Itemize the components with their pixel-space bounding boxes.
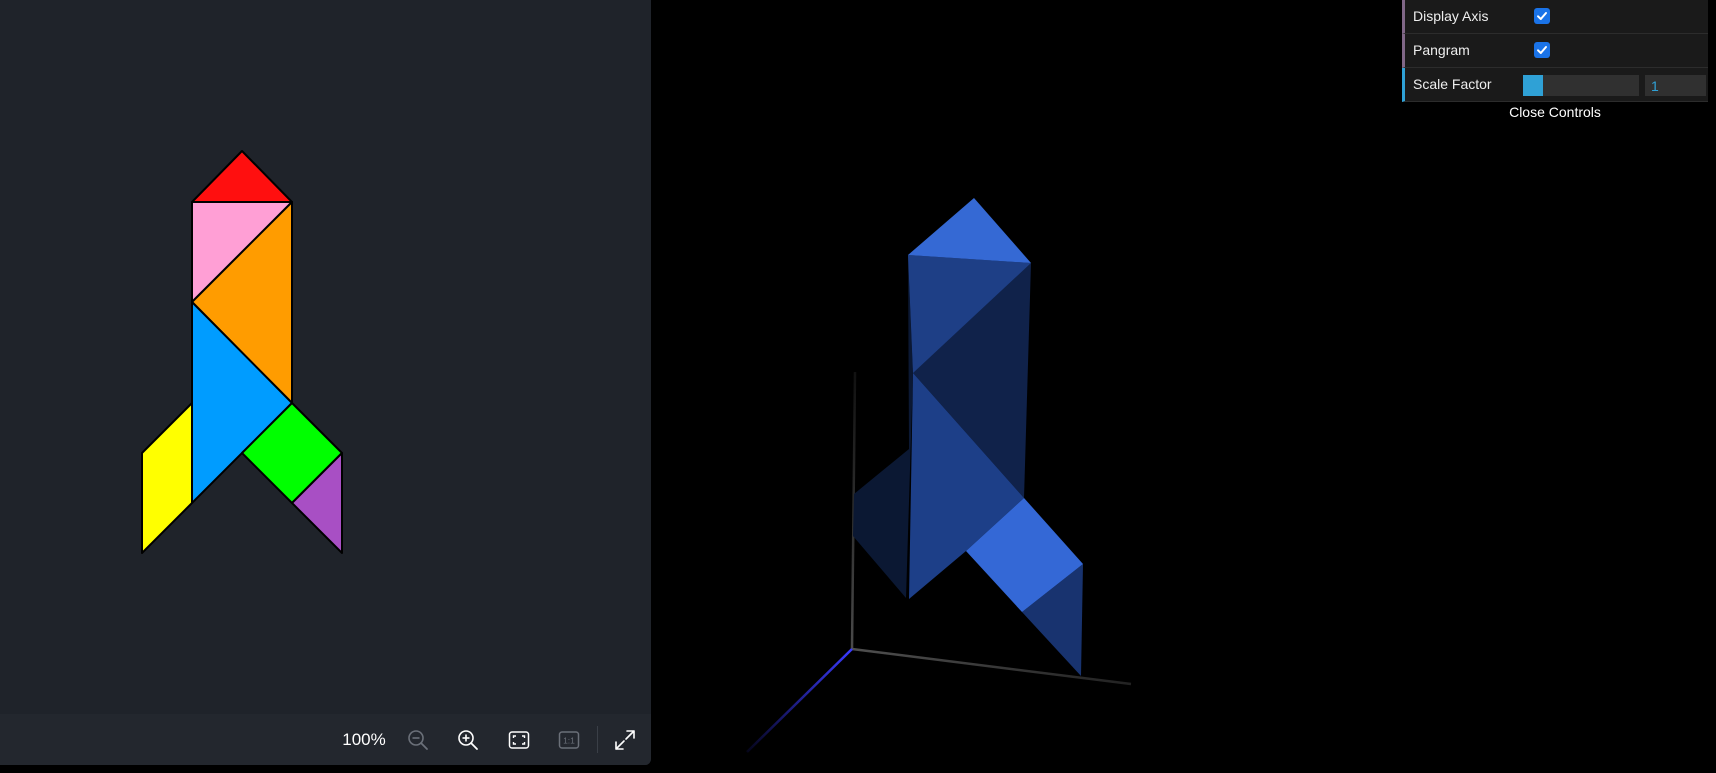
zoom-in-button[interactable] bbox=[453, 725, 483, 755]
pangram-checkbox[interactable] bbox=[1534, 42, 1550, 58]
display-axis-row[interactable]: Display Axis bbox=[1402, 0, 1708, 34]
scale-factor-slider-fill bbox=[1523, 75, 1543, 96]
viewer-toolbar: 100% 1:1 bbox=[0, 714, 651, 765]
scale-factor-label: Scale Factor bbox=[1413, 76, 1492, 92]
fit-screen-icon bbox=[508, 731, 530, 749]
zoom-out-button[interactable] bbox=[403, 725, 433, 755]
close-controls-button[interactable]: Close Controls bbox=[1402, 102, 1708, 123]
model-face bbox=[908, 198, 1031, 263]
controls-panel: Display Axis Pangram Scale Factor Close … bbox=[1402, 0, 1708, 123]
zoom-in-icon bbox=[458, 730, 478, 750]
axis-x bbox=[851, 647, 1132, 686]
display-axis-checkbox[interactable] bbox=[1534, 8, 1550, 24]
display-axis-label: Display Axis bbox=[1413, 8, 1489, 24]
fullscreen-icon bbox=[615, 730, 635, 750]
pangram-row[interactable]: Pangram bbox=[1402, 34, 1708, 68]
toolbar-divider bbox=[597, 726, 598, 753]
axis-z bbox=[746, 648, 853, 753]
viewer-canvas bbox=[0, 0, 651, 714]
fit-screen-button[interactable] bbox=[504, 725, 534, 755]
zoom-level: 100% bbox=[342, 730, 386, 749]
actual-size-button[interactable]: 1:1 bbox=[554, 725, 584, 755]
scale-factor-input[interactable] bbox=[1645, 75, 1706, 96]
model-face bbox=[853, 255, 913, 598]
actual-size-label: 1:1 bbox=[563, 736, 575, 746]
scale-factor-slider[interactable] bbox=[1523, 75, 1639, 96]
pangram-label: Pangram bbox=[1413, 42, 1470, 58]
fullscreen-button[interactable] bbox=[610, 725, 640, 755]
image-viewer: 100% 1:1 bbox=[0, 0, 651, 765]
scale-factor-row: Scale Factor bbox=[1402, 68, 1708, 102]
tangram-image bbox=[141, 150, 343, 554]
tangram-red-triangle bbox=[191, 150, 293, 203]
zoom-out-icon bbox=[408, 730, 428, 750]
actual-size-icon: 1:1 bbox=[558, 731, 580, 749]
checkmark-icon bbox=[1537, 46, 1547, 54]
checkmark-icon bbox=[1537, 12, 1547, 20]
tangram-yellow-parallelogram bbox=[141, 402, 193, 554]
app-root: 100% 1:1 Display Axis Pangram Scale Fact… bbox=[0, 0, 1716, 773]
